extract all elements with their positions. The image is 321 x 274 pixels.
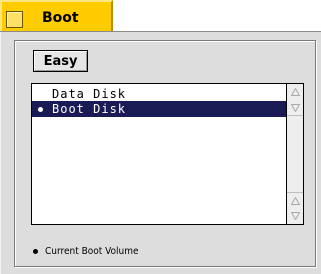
scroll-up-arrow-icon[interactable]: [287, 84, 303, 100]
scroll-down-arrow-icon[interactable]: [287, 100, 303, 116]
list-item[interactable]: Data Disk: [32, 86, 287, 102]
list-item-selected[interactable]: Boot Disk: [32, 101, 287, 117]
legend-label: Current Boot Volume: [45, 245, 139, 257]
list-item-label: Data Disk: [52, 87, 127, 101]
scrollbar[interactable]: [286, 84, 303, 224]
scroll-down-arrow-icon[interactable]: [287, 208, 303, 224]
legend: Current Boot Volume: [33, 244, 139, 258]
scroll-up-arrow-icon[interactable]: [287, 192, 303, 208]
disk-list[interactable]: Data Disk Boot Disk: [31, 83, 304, 225]
boot-tab[interactable]: Boot: [0, 0, 113, 31]
list-item-label: Boot Disk: [52, 102, 127, 116]
tab-title: Boot: [42, 10, 79, 26]
tab-checkbox-icon[interactable]: [6, 11, 23, 28]
easy-button[interactable]: Easy: [33, 50, 88, 72]
bullet-icon: [33, 248, 38, 254]
current-boot-bullet-icon: [38, 107, 43, 112]
